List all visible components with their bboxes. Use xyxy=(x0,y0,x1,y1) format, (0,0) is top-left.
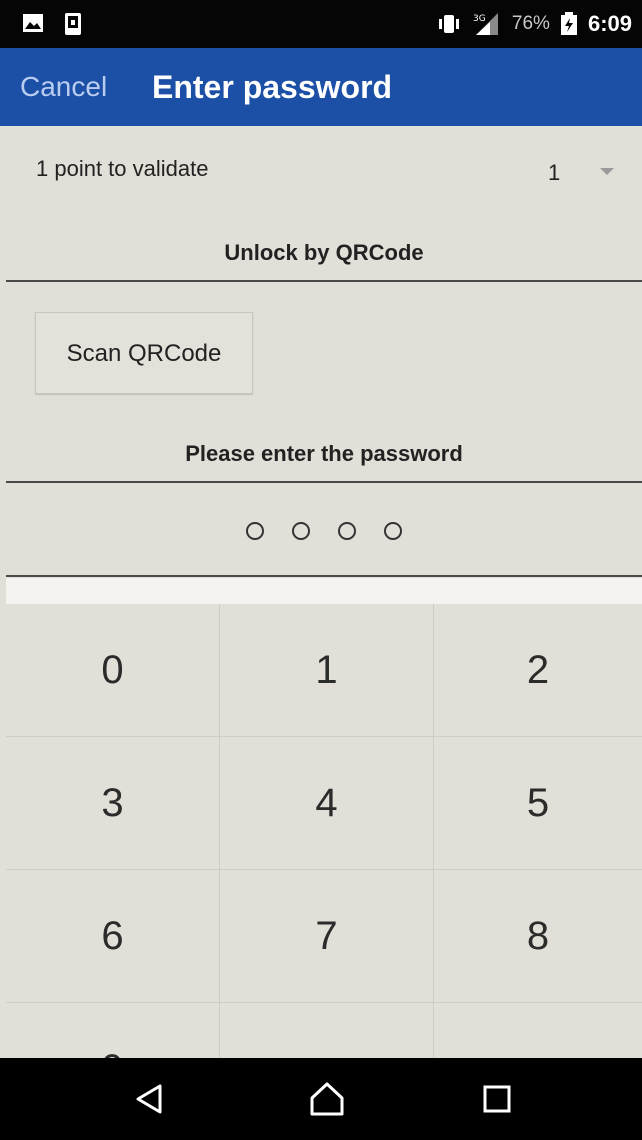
status-bar: 3G 76% 6:09 xyxy=(0,0,642,48)
key-blank[interactable] xyxy=(220,1003,434,1060)
recents-button[interactable] xyxy=(447,1058,547,1140)
back-icon xyxy=(136,1084,162,1114)
signal-label: 3G xyxy=(473,14,486,24)
key-2[interactable]: 2 xyxy=(434,604,642,737)
password-section-header: Please enter the password xyxy=(185,441,463,466)
battery-percent: 76% xyxy=(511,13,550,34)
validate-label: 1 point to validate xyxy=(36,156,209,181)
image-notification-icon xyxy=(23,14,43,32)
keypad-top-strip xyxy=(6,578,642,604)
key-8[interactable]: 8 xyxy=(434,870,642,1003)
pin-indicator xyxy=(6,518,642,546)
key-1[interactable]: 1 xyxy=(220,604,434,737)
keypad-divider xyxy=(6,575,642,577)
signal-icon: 3G xyxy=(473,13,498,35)
key-5[interactable]: 5 xyxy=(434,737,642,870)
recents-icon xyxy=(483,1085,511,1113)
phone-notification-icon xyxy=(65,13,81,35)
points-select[interactable]: 1 xyxy=(548,160,560,186)
back-button[interactable] xyxy=(99,1058,199,1140)
screen: 3G 76% 6:09 Cancel Enter password 1 poin… xyxy=(0,0,642,1140)
battery-icon xyxy=(560,12,577,35)
status-indicators: 3G 76% 6:09 xyxy=(436,0,632,48)
key-9[interactable]: 9 xyxy=(6,1003,220,1060)
pin-dot xyxy=(246,522,264,540)
password-divider xyxy=(6,481,642,483)
clock: 6:09 xyxy=(587,11,632,36)
numeric-keypad: 012 345 678 9 xyxy=(6,604,642,1060)
key-0[interactable]: 0 xyxy=(6,604,220,737)
pin-dot xyxy=(384,522,402,540)
pin-dot xyxy=(292,522,310,540)
validate-row: 1 point to validate 1 xyxy=(6,126,642,216)
qr-section-header: Unlock by QRCode xyxy=(224,240,424,265)
home-icon xyxy=(310,1082,344,1116)
navigation-bar xyxy=(0,1058,642,1140)
key-6[interactable]: 6 xyxy=(6,870,220,1003)
qr-divider xyxy=(6,280,642,282)
dropdown-arrow-icon[interactable] xyxy=(600,168,614,175)
pin-dot xyxy=(338,522,356,540)
key-4[interactable]: 4 xyxy=(220,737,434,870)
key-delete[interactable] xyxy=(434,1003,642,1060)
key-3[interactable]: 3 xyxy=(6,737,220,870)
status-notifications xyxy=(22,12,82,36)
vibrate-icon xyxy=(438,15,459,33)
scan-qrcode-button[interactable]: Scan QRCode xyxy=(35,312,253,394)
home-button[interactable] xyxy=(277,1058,377,1140)
cancel-button[interactable]: Cancel xyxy=(20,48,107,126)
key-7[interactable]: 7 xyxy=(220,870,434,1003)
page-title: Enter password xyxy=(152,69,393,105)
app-bar: Cancel Enter password xyxy=(0,48,642,126)
